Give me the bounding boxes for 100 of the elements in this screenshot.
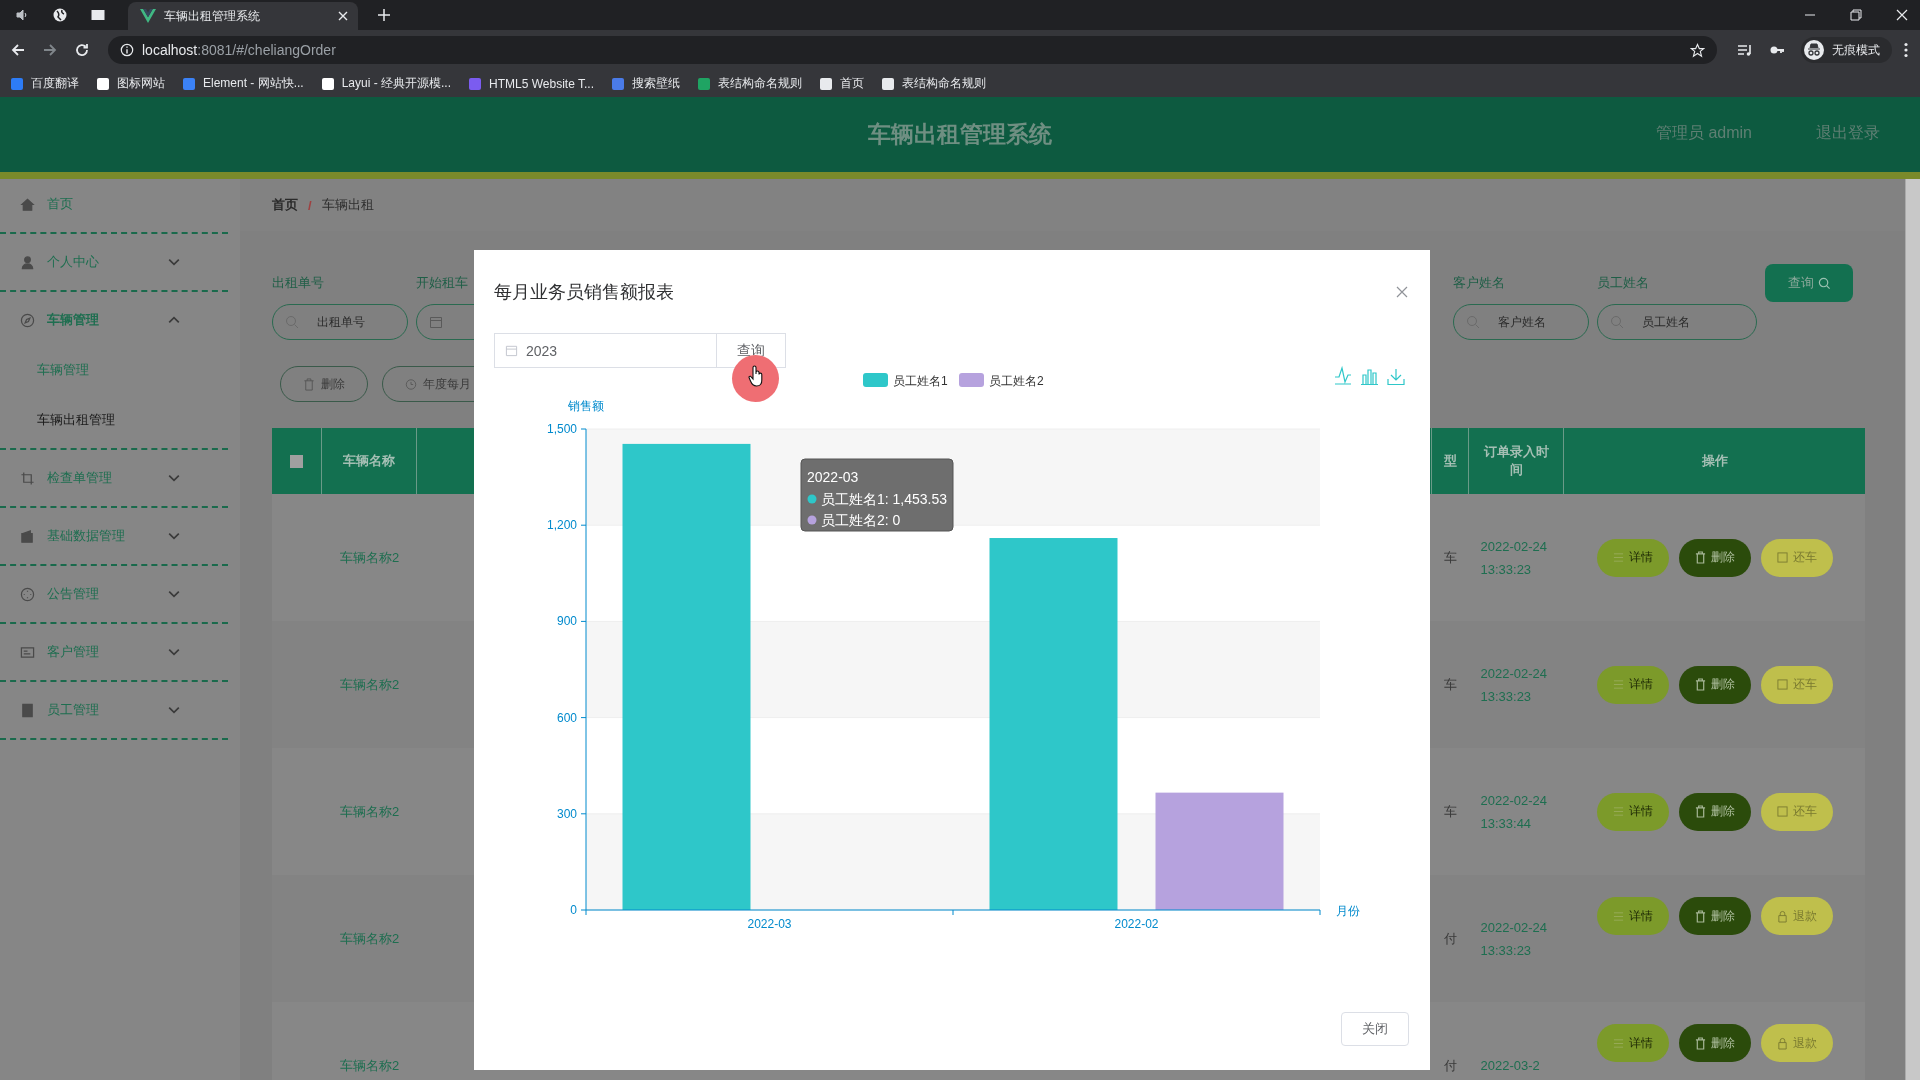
- delete-button[interactable]: 删除: [1678, 665, 1751, 704]
- incognito-profile-button[interactable]: 无痕模式: [1801, 37, 1892, 63]
- close-button[interactable]: 关闭: [1341, 1012, 1409, 1046]
- site-icon: [96, 76, 110, 91]
- delete-button[interactable]: 删除: [1678, 538, 1751, 577]
- person-icon: [20, 254, 35, 270]
- trash-icon: [1694, 909, 1706, 923]
- delete-button[interactable]: 删除: [1678, 897, 1751, 935]
- star-icon[interactable]: [1690, 42, 1705, 58]
- y-tick-label: 600: [556, 710, 577, 725]
- more-icon[interactable]: [1904, 42, 1908, 58]
- table-cell: 车辆名称2: [339, 802, 400, 821]
- compass-icon: [20, 312, 35, 328]
- search-button[interactable]: 查询: [1765, 264, 1853, 302]
- year-picker[interactable]: 2023: [494, 333, 716, 368]
- trash-icon: [1694, 551, 1706, 564]
- trash-icon: [303, 377, 315, 391]
- detail-button[interactable]: 详情: [1596, 792, 1669, 831]
- chevron-icon: [168, 532, 180, 540]
- bookmark[interactable]: 表结构命名规则: [881, 75, 986, 92]
- y-tick-label: 1,500: [546, 422, 577, 436]
- table-cell: 车辆名称2: [339, 675, 400, 694]
- legend-label[interactable]: 员工姓名1: [893, 374, 948, 388]
- trash-icon: [1694, 678, 1706, 691]
- tooltip-dot: [807, 494, 817, 504]
- back-icon[interactable]: [10, 42, 26, 58]
- breadcrumb-separator: /: [308, 197, 312, 213]
- tooltip-value: 员工姓名2: 0: [821, 512, 901, 528]
- y-tick-label: 900: [556, 614, 577, 629]
- chevron-icon: [168, 316, 180, 324]
- tablet-icon: [20, 702, 35, 718]
- column-header: 操作: [1701, 452, 1728, 470]
- browser-tab[interactable]: 车辆出租管理系统: [128, 2, 358, 30]
- forward-icon[interactable]: [42, 42, 58, 58]
- sidebar-subitem[interactable]: 车辆出租管理: [0, 395, 240, 445]
- detail-button[interactable]: 详情: [1596, 1024, 1669, 1062]
- scrollbar[interactable]: [1905, 179, 1920, 1080]
- window-icon[interactable]: [90, 7, 106, 23]
- detail-button[interactable]: 详情: [1596, 665, 1669, 704]
- bookmark[interactable]: Element - 网站快...: [182, 75, 304, 92]
- list-icon: [1612, 1036, 1624, 1050]
- site-icon: [320, 76, 335, 91]
- calendar-icon: [505, 344, 518, 357]
- return-car-button[interactable]: 还车: [1760, 792, 1833, 831]
- lock-icon: [1776, 1036, 1788, 1050]
- breadcrumb-item[interactable]: 首页: [272, 196, 298, 214]
- breadcrumb-item[interactable]: 车辆出租: [321, 196, 374, 214]
- y-tick-label: 0: [570, 903, 577, 917]
- table-cell-text: 2022-02-24 13:33:23: [1480, 537, 1548, 579]
- dial-icon: [20, 586, 35, 602]
- info-icon: [120, 43, 134, 57]
- delete-button[interactable]: 删除: [1678, 792, 1751, 831]
- square-icon: [1776, 678, 1788, 691]
- app-title: 车辆出租管理系统: [868, 120, 1052, 149]
- bookmark[interactable]: HTML5 Website T...: [468, 76, 594, 91]
- site-icon: [468, 76, 483, 91]
- legend-swatch[interactable]: [959, 373, 984, 387]
- speaker-icon[interactable]: [14, 7, 30, 23]
- refund-button[interactable]: 退款: [1760, 1024, 1833, 1062]
- table-cell: 付: [1444, 1056, 1457, 1075]
- detail-button[interactable]: 详情: [1596, 897, 1669, 935]
- bookmark[interactable]: 百度翻译: [10, 75, 79, 92]
- tooltip-title: 2022-03: [807, 469, 859, 485]
- field-label: 员工姓名: [1597, 274, 1649, 292]
- y-tick-label: 300: [556, 806, 577, 821]
- globe-icon[interactable]: [52, 7, 68, 23]
- refund-button[interactable]: 退款: [1760, 897, 1833, 935]
- return-car-button[interactable]: 还车: [1760, 538, 1833, 577]
- x-tick-label: 2022-02: [1114, 917, 1159, 931]
- list-icon: [1612, 909, 1624, 923]
- bookmark[interactable]: 搜索壁纸: [611, 75, 680, 92]
- restore-icon[interactable]: [1850, 9, 1862, 21]
- trash-icon: [1694, 805, 1706, 818]
- bookmark[interactable]: Layui - 经典开源模...: [320, 75, 452, 92]
- select-all-checkbox[interactable]: [290, 454, 303, 468]
- detail-button[interactable]: 详情: [1596, 538, 1669, 577]
- address-bar[interactable]: localhost:8081/#/cheliangOrder: [108, 36, 1717, 64]
- reload-icon[interactable]: [74, 42, 90, 58]
- v-logo-icon: [140, 9, 156, 23]
- bookmark[interactable]: 表结构命名规则: [697, 75, 802, 92]
- return-car-button[interactable]: 还车: [1760, 665, 1833, 704]
- table-cell-text: 2022-03-2: [1480, 1057, 1541, 1075]
- site-icon: [182, 76, 196, 91]
- delete-button[interactable]: 删除: [1678, 1024, 1751, 1062]
- bookmark[interactable]: 首页: [819, 75, 864, 92]
- list-icon: [1612, 678, 1624, 691]
- table-cell: 车辆名称2: [339, 1056, 400, 1075]
- dialog-title: 每月业务员销售额报表: [494, 281, 674, 304]
- bookmark[interactable]: 图标网站: [96, 75, 165, 92]
- new-tab-icon[interactable]: [378, 9, 390, 21]
- table-cell: 车辆名称2: [339, 548, 400, 567]
- legend-swatch[interactable]: [863, 373, 888, 387]
- user-label: 管理员 admin: [1655, 123, 1752, 143]
- site-icon: [10, 76, 24, 91]
- column-header: 订单录入时间: [1482, 443, 1550, 479]
- legend-label[interactable]: 员工姓名2: [989, 374, 1044, 388]
- playlist-icon[interactable]: [1737, 42, 1753, 58]
- site-icon: [697, 76, 711, 91]
- wallet-icon: [20, 528, 35, 544]
- table-cell: 车: [1444, 802, 1457, 821]
